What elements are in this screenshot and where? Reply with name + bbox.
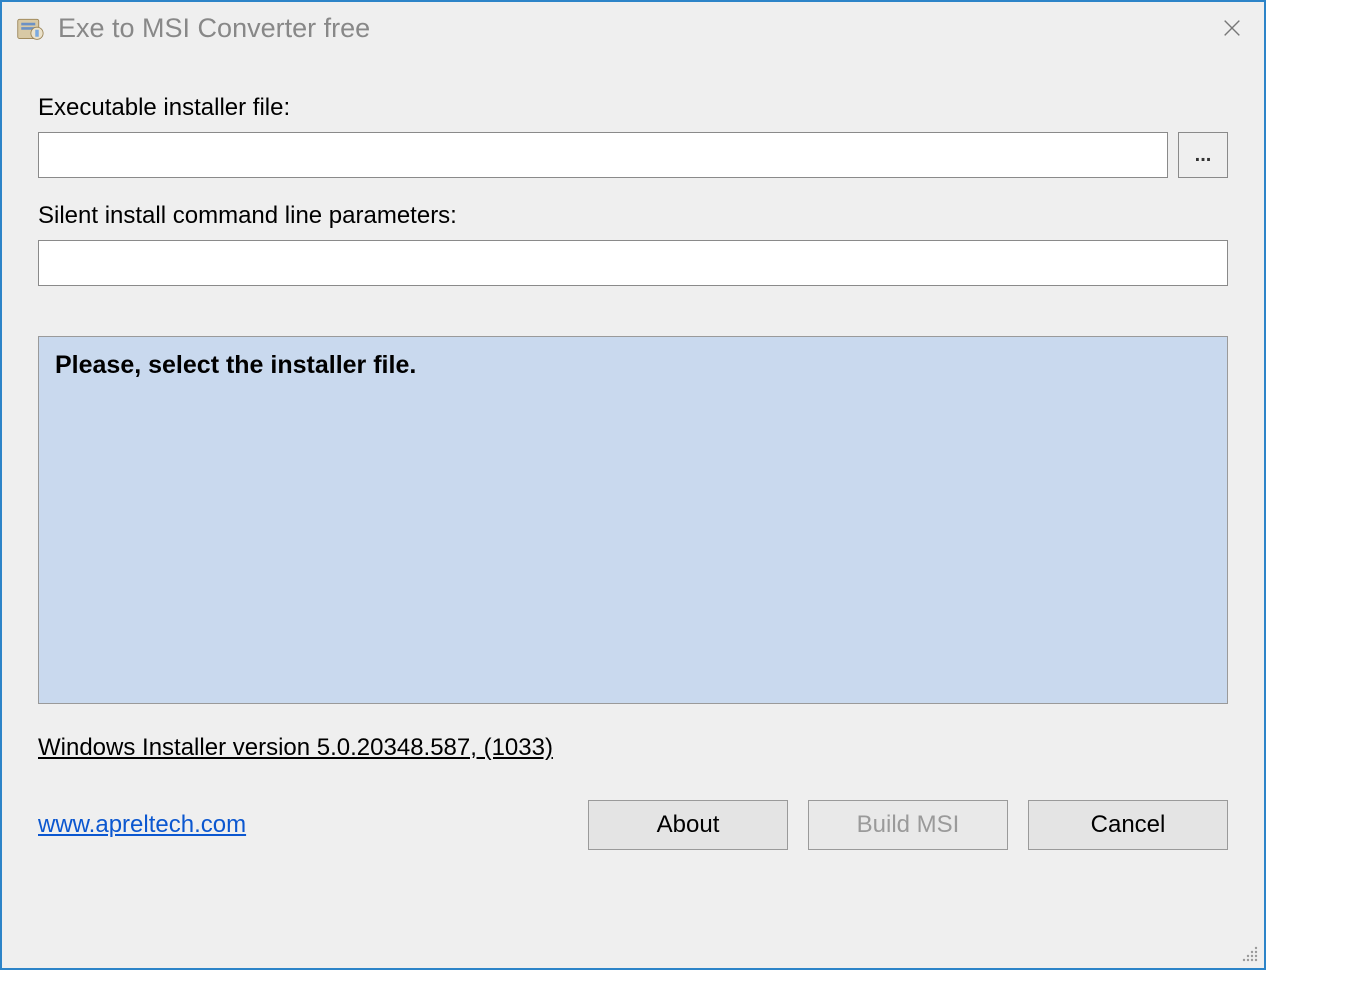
cancel-button[interactable]: Cancel xyxy=(1028,800,1228,850)
version-info: Windows Installer version 5.0.20348.587,… xyxy=(38,734,553,762)
browse-button[interactable]: ... xyxy=(1178,132,1228,178)
silent-params-label: Silent install command line parameters: xyxy=(38,202,1228,230)
close-icon xyxy=(1221,17,1243,39)
silent-params-input[interactable] xyxy=(38,240,1228,286)
close-button[interactable] xyxy=(1212,8,1252,48)
website-link[interactable]: www.apreltech.com xyxy=(38,811,246,839)
content-area: Executable installer file: ... Silent in… xyxy=(2,54,1264,870)
button-group: About Build MSI Cancel xyxy=(588,800,1228,850)
resize-grip[interactable] xyxy=(1240,944,1260,964)
status-panel: Please, select the installer file. xyxy=(38,336,1228,704)
window-title: Exe to MSI Converter free xyxy=(58,13,1212,44)
executable-label: Executable installer file: xyxy=(38,94,1228,122)
app-window: Exe to MSI Converter free Executable ins… xyxy=(0,0,1266,970)
titlebar: Exe to MSI Converter free xyxy=(2,2,1264,54)
executable-input[interactable] xyxy=(38,132,1168,178)
footer: www.apreltech.com About Build MSI Cancel xyxy=(38,800,1228,850)
status-message: Please, select the installer file. xyxy=(55,351,1211,380)
build-msi-button[interactable]: Build MSI xyxy=(808,800,1008,850)
executable-row: ... xyxy=(38,132,1228,178)
app-icon xyxy=(14,12,46,44)
about-button[interactable]: About xyxy=(588,800,788,850)
